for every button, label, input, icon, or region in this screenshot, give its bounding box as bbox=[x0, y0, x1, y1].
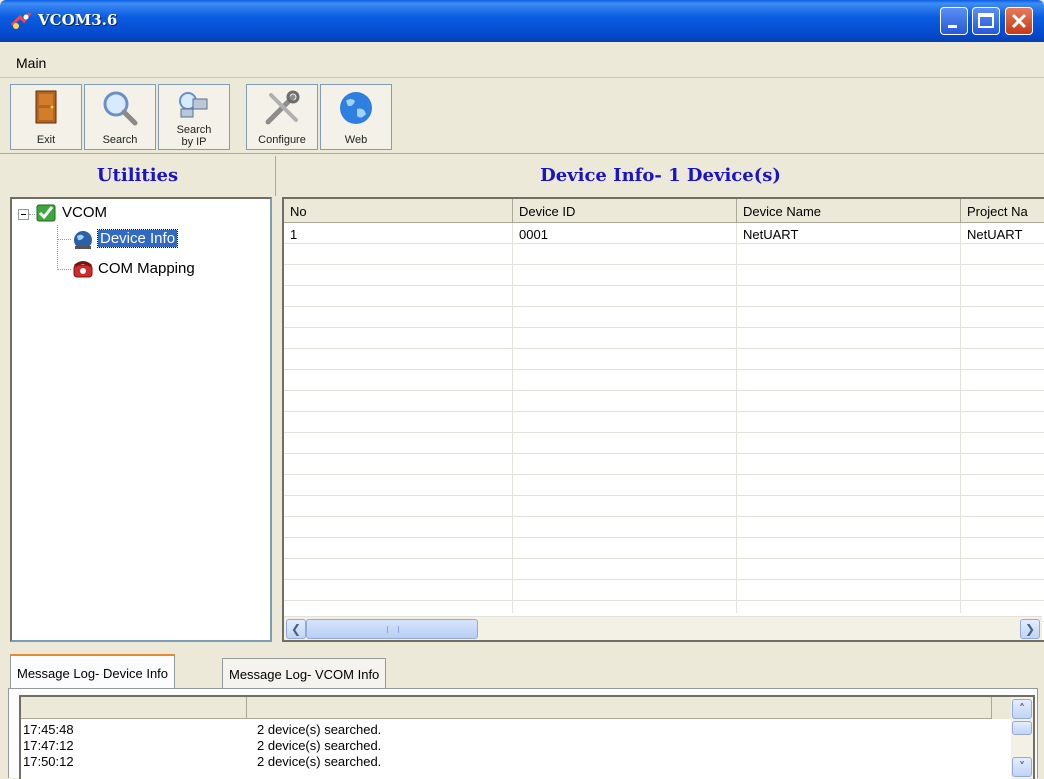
globe-icon bbox=[340, 92, 372, 124]
scroll-left-button[interactable]: ❮ bbox=[286, 619, 306, 639]
empty-row bbox=[284, 328, 1044, 349]
column-header-device-id[interactable]: Device ID bbox=[513, 199, 737, 223]
checkmark-icon bbox=[36, 204, 56, 222]
log-time: 17:47:12 bbox=[23, 738, 74, 753]
device-grid[interactable]: No Device ID Device Name Project Na 1 00… bbox=[282, 197, 1044, 642]
tree-item-com-mapping[interactable]: COM Mapping bbox=[98, 260, 195, 277]
empty-row bbox=[284, 538, 1044, 559]
log-column-header-message[interactable] bbox=[247, 697, 992, 719]
empty-row bbox=[284, 307, 1044, 328]
configure-label: Configure bbox=[258, 134, 306, 146]
search-by-ip-button[interactable]: Search by IP bbox=[158, 84, 230, 150]
collapse-toggle[interactable] bbox=[18, 209, 29, 220]
vertical-scrollbar[interactable]: ˄ ˅ bbox=[1011, 697, 1033, 779]
empty-row bbox=[284, 559, 1044, 580]
empty-row bbox=[284, 517, 1044, 538]
empty-row bbox=[284, 475, 1044, 496]
close-icon bbox=[1011, 13, 1027, 29]
menu-bar: Main bbox=[0, 48, 1044, 78]
menu-main[interactable]: Main bbox=[16, 55, 46, 71]
log-time: 17:45:48 bbox=[23, 722, 74, 737]
exit-label: Exit bbox=[36, 134, 56, 146]
log-header bbox=[21, 697, 1011, 719]
search-by-ip-label: Search by IP bbox=[159, 124, 229, 148]
empty-row bbox=[284, 391, 1044, 412]
tree-connector bbox=[29, 214, 35, 215]
tab-message-log-vcom-info[interactable]: Message Log- VCOM Info bbox=[222, 658, 387, 688]
close-button[interactable] bbox=[1005, 7, 1033, 35]
empty-row bbox=[284, 496, 1044, 517]
message-log-list[interactable]: 17:45:48 2 device(s) searched. 17:47:12 … bbox=[19, 695, 1035, 779]
title-bar[interactable]: VCOM3.6 bbox=[0, 0, 1044, 42]
log-tabs: Message Log- Device Info Message Log- VC… bbox=[0, 650, 1044, 689]
search-icon bbox=[103, 91, 138, 126]
table-row[interactable]: 1 0001 NetUART NetUART bbox=[284, 223, 1044, 244]
web-button[interactable]: Web bbox=[320, 84, 392, 150]
log-column-header-time[interactable] bbox=[21, 697, 247, 719]
empty-row bbox=[284, 412, 1044, 433]
search-by-ip-line2: by IP bbox=[181, 136, 207, 148]
empty-row bbox=[284, 370, 1044, 391]
telephone-icon bbox=[73, 261, 93, 278]
scroll-right-button[interactable]: ❯ bbox=[1020, 619, 1040, 639]
log-message: 2 device(s) searched. bbox=[257, 754, 382, 769]
empty-row bbox=[284, 349, 1044, 370]
window-title: VCOM3.6 bbox=[38, 11, 118, 29]
scroll-up-button[interactable]: ˄ bbox=[1012, 699, 1032, 719]
utilities-title: Utilities bbox=[96, 165, 179, 186]
cell-device-id: 0001 bbox=[519, 227, 548, 242]
search-label: Search bbox=[102, 134, 138, 146]
search-by-ip-line1: Search bbox=[176, 124, 212, 136]
tree-connector bbox=[57, 269, 71, 270]
log-time: 17:50:12 bbox=[23, 754, 74, 769]
cell-project-name: NetUART bbox=[967, 227, 1023, 242]
cell-device-name: NetUART bbox=[743, 227, 799, 242]
web-label: Web bbox=[344, 134, 368, 146]
minimize-button[interactable] bbox=[940, 7, 968, 35]
log-message: 2 device(s) searched. bbox=[257, 722, 382, 737]
empty-row bbox=[284, 244, 1044, 265]
tree-root-vcom[interactable]: VCOM bbox=[62, 204, 107, 221]
maximize-button[interactable] bbox=[972, 7, 1000, 35]
scroll-thumb-vertical[interactable] bbox=[1012, 721, 1032, 735]
door-icon bbox=[35, 90, 57, 124]
empty-row bbox=[284, 286, 1044, 307]
scroll-down-button[interactable]: ˅ bbox=[1012, 757, 1032, 777]
exit-button[interactable]: Exit bbox=[10, 84, 82, 150]
tree-item-device-info[interactable]: Device Info bbox=[96, 229, 179, 248]
configure-button[interactable]: Configure bbox=[246, 84, 318, 150]
app-icon bbox=[10, 12, 32, 29]
tab-message-log-device-info[interactable]: Message Log- Device Info bbox=[10, 654, 176, 689]
log-panel: 17:45:48 2 device(s) searched. 17:47:12 … bbox=[8, 688, 1038, 779]
globe-device-icon bbox=[74, 231, 92, 249]
device-info-title: Device Info- 1 Device(s) bbox=[540, 165, 781, 186]
network-search-icon bbox=[179, 92, 208, 118]
toolbar: Exit Search Search by IP Configure Web bbox=[0, 80, 1044, 154]
empty-row bbox=[284, 580, 1044, 601]
column-header-project-name[interactable]: Project Na bbox=[961, 199, 1044, 223]
scroll-thumb[interactable] bbox=[306, 619, 478, 639]
maximize-icon bbox=[978, 13, 994, 28]
empty-row bbox=[284, 433, 1044, 454]
grid-header: No Device ID Device Name Project Na bbox=[284, 199, 1044, 223]
tree-connector bbox=[57, 239, 71, 240]
column-header-no[interactable]: No bbox=[284, 199, 513, 223]
cell-no: 1 bbox=[290, 227, 298, 242]
tree-item-device-info-label: Device Info bbox=[96, 229, 179, 248]
tools-icon bbox=[265, 90, 300, 125]
log-message: 2 device(s) searched. bbox=[257, 738, 382, 753]
column-header-device-name[interactable]: Device Name bbox=[737, 199, 961, 223]
utilities-tree[interactable]: VCOM Device Info COM Mapping bbox=[10, 197, 272, 642]
minimize-icon bbox=[948, 25, 957, 28]
tree-connector bbox=[57, 225, 58, 270]
grid-body: 1 0001 NetUART NetUART bbox=[284, 223, 1044, 622]
search-button[interactable]: Search bbox=[84, 84, 156, 150]
empty-row bbox=[284, 265, 1044, 286]
empty-row bbox=[284, 454, 1044, 475]
horizontal-scrollbar[interactable]: ❮ ❯ bbox=[284, 616, 1042, 640]
utilities-header: Utilities bbox=[0, 156, 276, 196]
device-info-header: Device Info- 1 Device(s) bbox=[277, 156, 1044, 196]
